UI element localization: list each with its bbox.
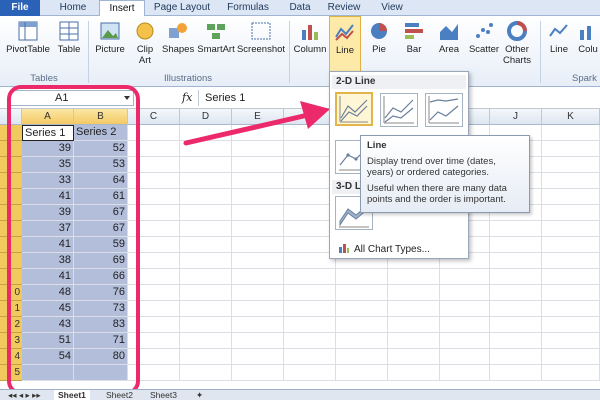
smartart-icon (205, 20, 227, 42)
picture-button[interactable]: Picture (92, 20, 128, 55)
stacked-line-chart-option[interactable] (380, 93, 418, 127)
percent-stacked-line-thumbnail-icon (428, 96, 459, 124)
arrow-annotation (183, 101, 330, 146)
sheet-tab[interactable]: Sheet2 (102, 390, 137, 400)
sheet-tab[interactable]: Sheet1 (54, 390, 90, 400)
tab-home[interactable]: Home (50, 0, 96, 16)
scatter-chart-icon (473, 20, 495, 42)
all-chart-types-icon (339, 244, 349, 253)
pivottable-icon (17, 20, 39, 42)
column-chart-icon (299, 20, 321, 42)
sheet-tab-bar: ◂◂ ◂ ▸ ▸▸ Sheet1 Sheet2 Sheet3 ✦ (0, 389, 600, 400)
line-chart-icon (334, 21, 356, 43)
sparkline-line-icon (548, 20, 570, 42)
bar-chart-button[interactable]: Bar (400, 20, 428, 55)
column-header-k[interactable]: K (542, 109, 600, 125)
pie-chart-button[interactable]: Pie (364, 20, 394, 55)
ribbon: PivotTable Table Picture Clip Art Shapes… (0, 16, 600, 87)
sheet-tab[interactable]: Sheet3 (146, 390, 181, 400)
tab-insert[interactable]: Insert (99, 0, 145, 17)
line-chart-option[interactable] (335, 92, 373, 126)
line-chart-tooltip: Line Display trend over time (dates, yea… (360, 135, 530, 213)
area-chart-button[interactable]: Area (434, 20, 464, 55)
tab-view[interactable]: View (372, 0, 412, 16)
clip-art-button[interactable]: Clip Art (132, 20, 158, 66)
tooltip-description: Display trend over time (dates, years) o… (367, 156, 496, 178)
bar-chart-icon (403, 20, 425, 42)
grid-line (541, 125, 542, 381)
ribbon-tab-bar: File Home Insert Page Layout Formulas Da… (0, 0, 600, 17)
scatter-chart-button[interactable]: Scatter (466, 20, 502, 55)
table-icon (58, 20, 80, 42)
clip-art-icon (134, 20, 156, 42)
tab-data[interactable]: Data (282, 0, 318, 16)
percent-stacked-line-chart-option[interactable] (425, 93, 463, 127)
sparkline-line-button[interactable]: Line (546, 20, 572, 55)
pie-chart-icon (368, 20, 390, 42)
shapes-icon (167, 20, 189, 42)
area-chart-icon (438, 20, 460, 42)
column-chart-button[interactable]: Column (292, 20, 328, 55)
tab-formulas[interactable]: Formulas (220, 0, 276, 16)
group-separator (289, 21, 290, 83)
column-header-j[interactable]: J (490, 109, 542, 125)
highlight-annotation (7, 85, 140, 395)
grid-line (283, 125, 284, 381)
grid-line (231, 125, 232, 381)
tooltip-title: Line (367, 140, 387, 151)
group-label-sparklines: Spark (572, 73, 597, 84)
all-chart-types-label: All Chart Types... (354, 244, 430, 255)
other-charts-icon (506, 20, 528, 42)
shapes-button[interactable]: Shapes (162, 20, 194, 55)
sparkline-column-button[interactable]: Colu (576, 20, 600, 55)
tooltip-tip: Useful when there are many data points a… (367, 183, 507, 205)
line-chart-thumbnail-icon (339, 96, 368, 123)
group-label-illustrations: Illustrations (163, 73, 213, 84)
new-sheet-icon[interactable]: ✦ (192, 390, 207, 400)
all-chart-types-link[interactable]: All Chart Types... (338, 242, 430, 255)
table-button[interactable]: Table (54, 20, 84, 55)
grid-line (179, 125, 180, 381)
group-label-tables: Tables (30, 73, 58, 84)
group-separator (540, 21, 541, 83)
tab-review[interactable]: Review (322, 0, 366, 16)
screenshot-button[interactable]: Screenshot (236, 20, 286, 55)
tab-file[interactable]: File (0, 0, 40, 16)
picture-icon (99, 20, 121, 42)
sparkline-column-icon (577, 20, 599, 42)
stacked-line-thumbnail-icon (383, 96, 414, 124)
line-chart-button[interactable]: Line (329, 16, 361, 72)
other-charts-button[interactable]: Other Charts (502, 20, 532, 66)
sheet-nav-icon[interactable]: ◂◂ ◂ ▸ ▸▸ (4, 390, 45, 400)
section-2d-line: 2-D Line (332, 75, 466, 89)
screenshot-icon (250, 20, 272, 42)
tab-page-layout[interactable]: Page Layout (150, 0, 214, 16)
smartart-button[interactable]: SmartArt (196, 20, 236, 55)
pivottable-button[interactable]: PivotTable (4, 20, 52, 55)
